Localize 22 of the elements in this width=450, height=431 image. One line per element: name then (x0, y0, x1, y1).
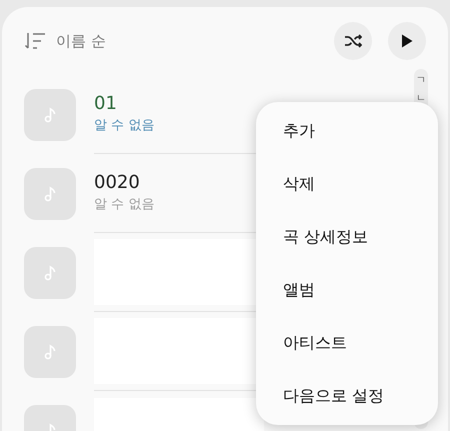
music-note-icon (44, 106, 56, 122)
menu-item[interactable]: 다음으로 설정 (256, 374, 438, 418)
track-title: 0020 (94, 171, 140, 195)
music-note-icon (44, 344, 56, 360)
track-artist: 알 수 없음 (94, 196, 154, 214)
index-letter: ㄱ (416, 75, 426, 87)
music-note-icon (44, 264, 56, 280)
menu-item[interactable]: 앨범 (256, 268, 438, 312)
play-button[interactable] (388, 22, 426, 60)
menu-item[interactable]: 아티스트 (256, 321, 438, 366)
shuffle-button[interactable] (334, 22, 372, 60)
play-icon (401, 34, 413, 48)
menu-item[interactable]: 곡 상세정보 (256, 214, 438, 259)
index-letter: ㄴ (416, 93, 426, 105)
menu-item[interactable]: 추가 (256, 108, 438, 153)
sort-button[interactable]: 이름 순 (24, 30, 106, 52)
track-artist: 알 수 없음 (94, 117, 154, 135)
track-title: 01 (94, 92, 117, 116)
music-note-icon (44, 186, 56, 202)
shuffle-icon (344, 34, 362, 48)
menu-item[interactable]: 삭제 (256, 162, 438, 206)
sort-icon (24, 31, 48, 51)
